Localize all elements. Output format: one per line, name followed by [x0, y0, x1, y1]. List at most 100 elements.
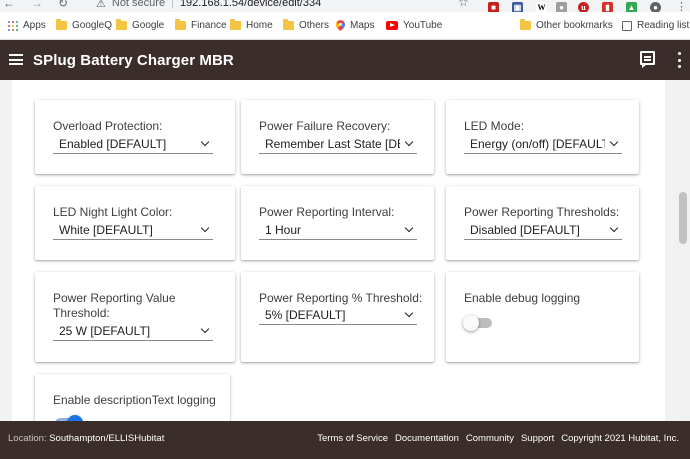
youtube-icon — [386, 21, 398, 30]
bookmark-label: Home — [246, 20, 273, 31]
location-value[interactable]: Southampton/ELLISHubitat — [49, 433, 164, 444]
extension-icon[interactable]: ▮ — [602, 2, 613, 12]
message-icon[interactable] — [640, 51, 655, 68]
chevron-down-icon — [200, 324, 210, 334]
folder-icon — [283, 19, 294, 30]
app-bar: SPlug Battery Charger MBR — [0, 40, 690, 80]
url-field[interactable]: ⚠ Not secure | 192.168.1.54/device/edit/… — [96, 0, 321, 12]
reading-list[interactable]: Reading list — [622, 20, 689, 31]
extension-icon[interactable]: ▲ — [626, 2, 637, 12]
power-reporting-thresholds-select[interactable]: Disabled [DEFAULT] — [464, 220, 622, 240]
other-bookmarks[interactable]: Other bookmarks — [520, 19, 613, 31]
bookmark-label: Reading list — [637, 20, 690, 31]
profile-avatar-icon[interactable]: ● — [650, 2, 661, 12]
more-vert-icon[interactable] — [677, 52, 681, 68]
chevron-down-icon — [404, 223, 414, 233]
page-title: SPlug Battery Charger MBR — [33, 52, 234, 69]
chevron-down-icon — [200, 137, 210, 147]
setting-label: LED Night Light Color: — [53, 205, 173, 219]
settings-panel: Overload Protection: Enabled [DEFAULT] P… — [12, 80, 665, 421]
bookmark-others[interactable]: Others — [283, 19, 329, 31]
bookmarks-bar: Apps GoogleQ Google Finance Home Others … — [0, 12, 690, 40]
select-value: 25 W [DEFAULT] — [59, 323, 151, 338]
select-value: Energy (on/off) [DEFAULT] — [470, 136, 605, 151]
location: Location: Southampton/ELLISHubitat — [8, 433, 164, 444]
bookmark-label: Google — [132, 20, 165, 31]
bookmark-googleq[interactable]: GoogleQ — [56, 19, 113, 31]
bookmark-label: GoogleQ — [72, 20, 113, 31]
footer-link-documentation[interactable]: Documentation — [395, 433, 459, 444]
setting-card-led-mode: LED Mode: Energy (on/off) [DEFAULT] — [446, 100, 639, 174]
page-scrollbar[interactable] — [676, 80, 690, 421]
bookmark-maps[interactable]: Maps — [336, 20, 374, 31]
extension-icon[interactable]: ■ — [488, 2, 499, 12]
setting-card-enable-descriptiontext-logging: Enable descriptionText logging — [35, 374, 230, 421]
overload-protection-select[interactable]: Enabled [DEFAULT] — [53, 134, 213, 154]
setting-label: Power Reporting Interval: — [259, 205, 395, 219]
bookmark-label: Finance — [191, 20, 227, 31]
footer-link-terms[interactable]: Terms of Service — [317, 433, 388, 444]
folder-icon — [520, 19, 531, 30]
reading-list-icon — [622, 20, 632, 31]
reload-icon[interactable]: ↻ — [56, 0, 70, 10]
setting-label: Power Reporting % Threshold: — [259, 291, 423, 305]
extension-icon[interactable]: W — [536, 2, 547, 12]
bookmark-google[interactable]: Google — [116, 19, 165, 31]
setting-label: Overload Protection: — [53, 119, 163, 133]
extension-icon[interactable]: ▣ — [512, 2, 523, 12]
chevron-down-icon — [404, 137, 414, 147]
bookmark-label: Maps — [350, 20, 375, 31]
bookmark-youtube[interactable]: YouTube — [386, 20, 442, 31]
setting-card-power-reporting-interval: Power Reporting Interval: 1 Hour — [241, 186, 434, 260]
extension-icon[interactable]: ● — [556, 2, 567, 12]
back-arrow-icon[interactable]: ← — [2, 0, 16, 10]
setting-label: Enable descriptionText logging — [53, 393, 216, 407]
bookmark-label: YouTube — [403, 20, 443, 31]
select-value: Disabled [DEFAULT] — [470, 222, 580, 237]
folder-icon — [230, 19, 241, 30]
folder-icon — [175, 19, 186, 30]
chevron-down-icon — [404, 308, 414, 318]
chevron-down-icon — [609, 223, 619, 233]
browser-address-bar: ← → ↻ ⚠ Not secure | 192.168.1.54/device… — [0, 0, 690, 12]
scrollbar-thumb[interactable] — [679, 192, 687, 244]
forward-arrow-icon[interactable]: → — [30, 0, 44, 10]
power-reporting-interval-select[interactable]: 1 Hour — [259, 220, 417, 240]
warning-icon: ⚠ — [96, 0, 106, 10]
bookmark-home[interactable]: Home — [230, 19, 273, 31]
footer-link-support[interactable]: Support — [521, 433, 554, 444]
setting-label: LED Mode: — [464, 119, 525, 133]
setting-card-power-reporting-thresholds: Power Reporting Thresholds: Disabled [DE… — [446, 186, 639, 260]
bookmark-apps[interactable]: Apps — [8, 20, 46, 31]
led-mode-select[interactable]: Energy (on/off) [DEFAULT] — [464, 134, 622, 154]
extension-icon[interactable]: u — [578, 2, 589, 12]
select-value: 5% [DEFAULT] — [265, 307, 346, 322]
folder-icon — [116, 19, 127, 30]
bookmark-finance[interactable]: Finance — [175, 19, 227, 31]
footer: Location: Southampton/ELLISHubitat Terms… — [0, 421, 690, 459]
location-label: Location: — [8, 433, 47, 444]
led-night-light-color-select[interactable]: White [DEFAULT] — [53, 220, 213, 240]
select-value: Remember Last State [DEFAULT] — [265, 136, 400, 151]
footer-copyright[interactable]: Copyright 2021 Hubitat, Inc. — [561, 433, 679, 444]
setting-label: Power Reporting Thresholds: — [464, 205, 620, 219]
setting-card-enable-debug-logging: Enable debug logging — [446, 272, 639, 362]
power-failure-recovery-select[interactable]: Remember Last State [DEFAULT] — [259, 134, 417, 154]
debug-logging-toggle[interactable] — [463, 315, 492, 331]
power-reporting-value-threshold-select[interactable]: 25 W [DEFAULT] — [53, 321, 213, 341]
setting-label: Enable debug logging — [464, 291, 581, 305]
bookmark-star-icon[interactable]: ☆ — [458, 0, 469, 9]
setting-label: Power Reporting Value Threshold: — [53, 291, 176, 320]
select-value: White [DEFAULT] — [59, 222, 153, 237]
footer-links: Terms of Service Documentation Community… — [317, 433, 679, 444]
power-reporting-percent-threshold-select[interactable]: 5% [DEFAULT] — [259, 305, 417, 325]
not-secure-label: Not secure — [111, 0, 166, 9]
setting-card-power-failure-recovery: Power Failure Recovery: Remember Last St… — [241, 100, 434, 174]
url-text: 192.168.1.54/device/edit/334 — [179, 0, 322, 9]
footer-link-community[interactable]: Community — [466, 433, 514, 444]
bookmark-label: Apps — [23, 20, 46, 31]
hamburger-menu-icon[interactable] — [9, 54, 23, 65]
maps-icon — [336, 20, 345, 31]
menu-dots-icon[interactable]: ⋮ — [676, 0, 687, 12]
setting-card-power-reporting-value-threshold: Power Reporting Value Threshold: 25 W [D… — [35, 272, 235, 362]
